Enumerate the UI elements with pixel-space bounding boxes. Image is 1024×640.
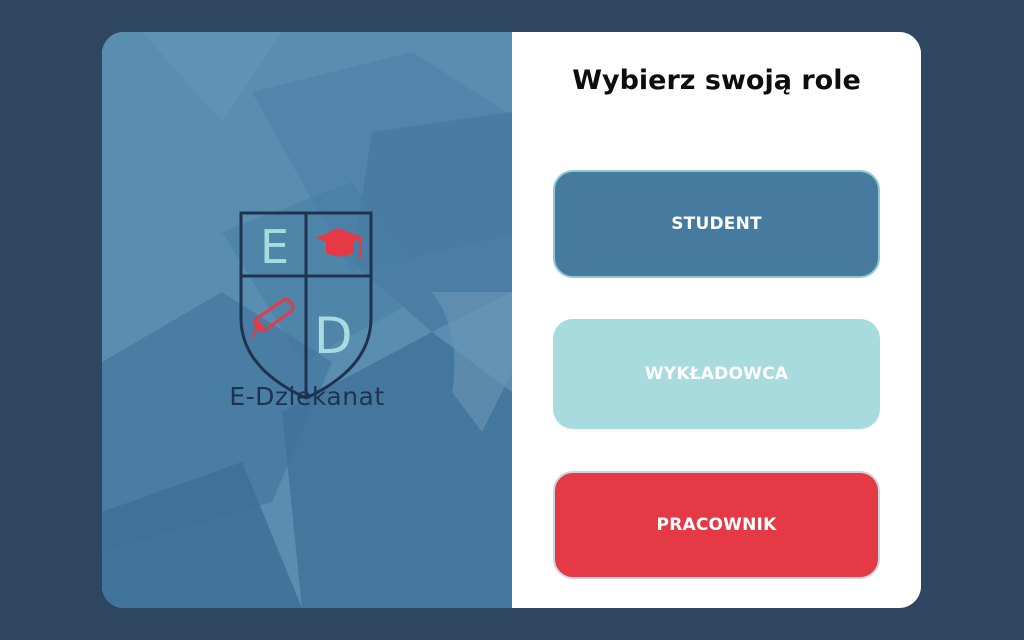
page-title: Wybierz swoją role — [572, 65, 861, 96]
lecturer-role-button[interactable]: WYKŁADOWCA — [553, 319, 880, 429]
branding-panel: E D E-Dziekanat — [102, 32, 512, 608]
logo-letter-d: D — [314, 307, 353, 365]
graduation-cap-icon — [316, 228, 364, 260]
brand-name: E-Dziekanat — [229, 382, 385, 411]
logo-letter-e: E — [260, 220, 289, 274]
student-role-button[interactable]: STUDENT — [553, 170, 880, 278]
diploma-scroll-icon — [251, 298, 295, 339]
role-selection-card: E D E-Dziekanat Wybierz swoją role STUDE… — [102, 32, 921, 608]
worker-role-button[interactable]: PRACOWNIK — [553, 471, 880, 579]
role-panel: Wybierz swoją role STUDENT WYKŁADOWCA PR… — [512, 32, 921, 608]
